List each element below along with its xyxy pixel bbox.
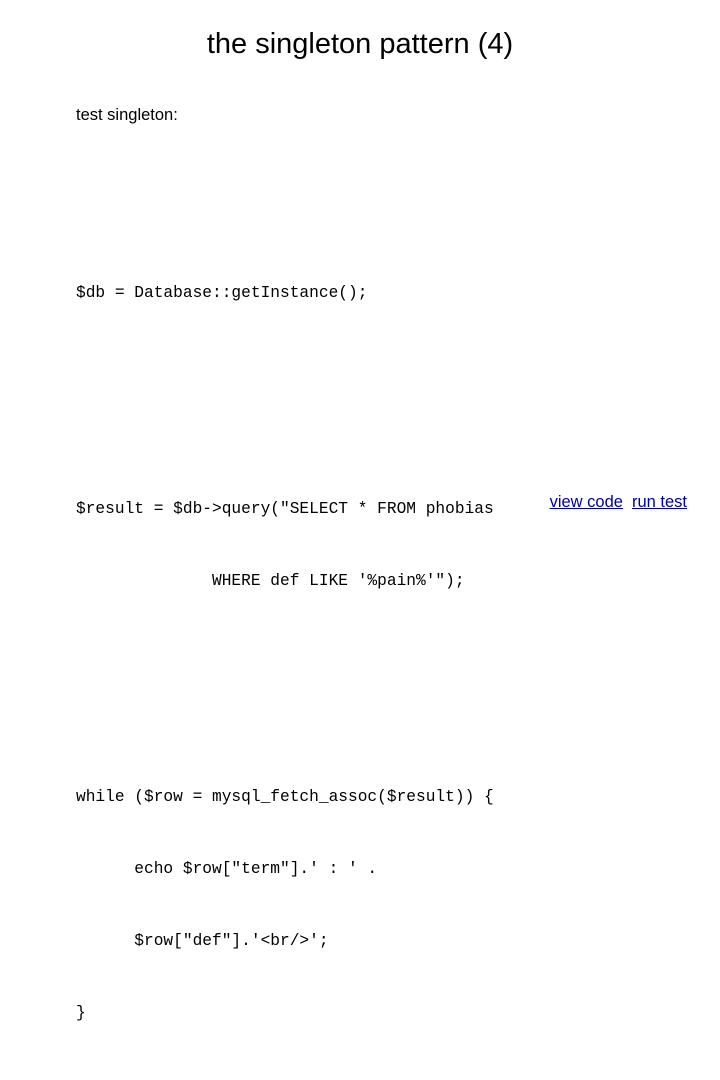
code-block-get-instance: $db = Database::getInstance(); <box>76 233 696 353</box>
slide-links: view code run test <box>0 492 720 512</box>
code-line: $row["def"].'<br/>'; <box>76 932 329 950</box>
code-line: $db = Database::getInstance(); <box>76 284 368 302</box>
code-block-while-loop: while ($row = mysql_fetch_assoc($result)… <box>76 737 696 1073</box>
code-line: WHERE def LIKE '%pain%'"); <box>76 572 465 590</box>
code-block-query: $result = $db->query("SELECT * FROM phob… <box>76 449 696 641</box>
slide-canvas: the singleton pattern (4) test singleton… <box>0 0 720 1022</box>
run-test-link[interactable]: run test <box>632 493 687 511</box>
code-line: } <box>76 1004 86 1022</box>
slide-body: test singleton: $db = Database::getInsta… <box>76 105 696 1080</box>
code-line: echo $row["term"].' : ' . <box>76 860 378 878</box>
intro-label: test singleton: <box>76 106 178 124</box>
view-code-link[interactable]: view code <box>550 493 623 511</box>
code-line: while ($row = mysql_fetch_assoc($result)… <box>76 788 494 806</box>
page-title: the singleton pattern (4) <box>206 28 514 60</box>
code-listing: $db = Database::getInstance(); $result =… <box>76 161 696 1080</box>
